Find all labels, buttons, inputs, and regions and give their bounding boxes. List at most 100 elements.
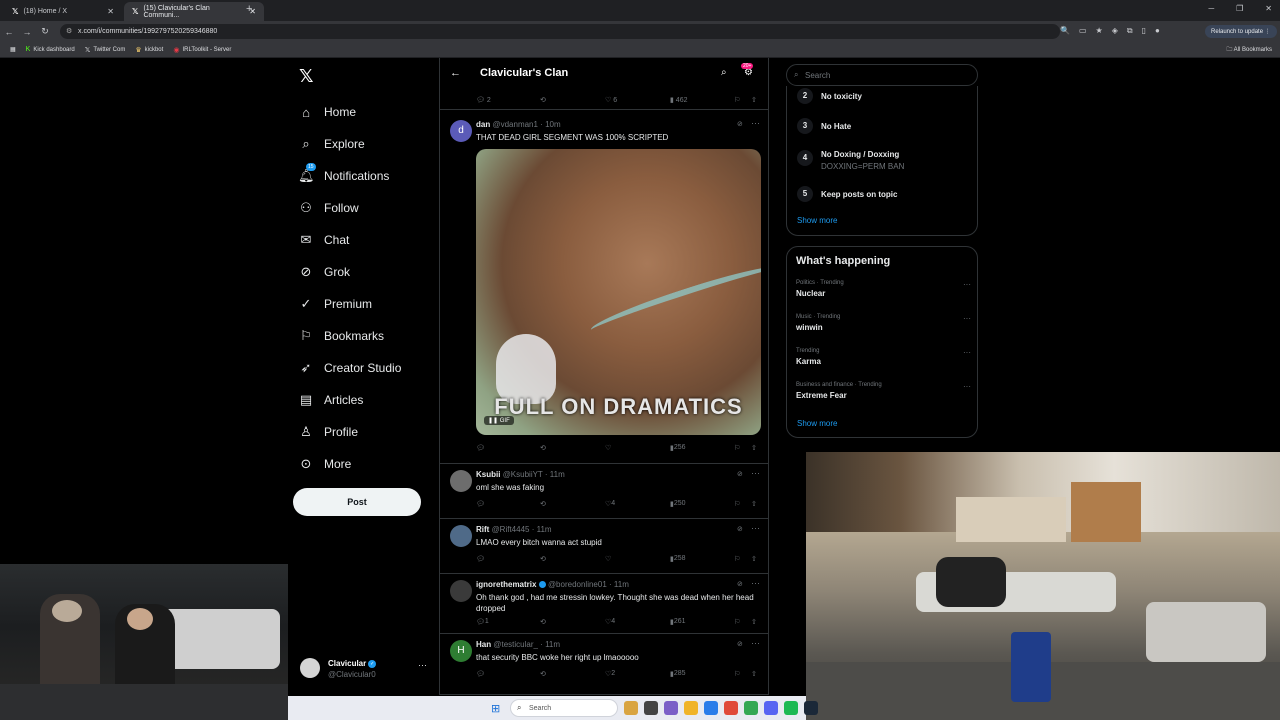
star-icon[interactable]: ★ xyxy=(1096,26,1103,36)
gif-badge[interactable]: ❚❚ GIF xyxy=(484,416,514,425)
like-icon[interactable]: ♡ xyxy=(605,444,611,452)
reply-icon[interactable]: 💬︎ xyxy=(476,444,485,452)
taskbar-search[interactable]: ⌕ Search xyxy=(510,699,618,717)
reply-button[interactable]: 💬︎ 2 xyxy=(476,96,491,104)
bookmark-icon[interactable]: ⚐ xyxy=(734,96,740,104)
spotify-icon[interactable] xyxy=(784,701,798,715)
grok-icon[interactable]: ⊘ xyxy=(737,640,743,648)
more-options-icon[interactable]: ··· xyxy=(751,523,760,533)
app-icon[interactable] xyxy=(704,701,718,715)
show-more-link[interactable]: Show more xyxy=(797,419,837,428)
repost-icon[interactable]: ⟲ xyxy=(540,500,546,508)
nav-bookmarks[interactable]: ⚐ Bookmarks xyxy=(298,320,401,352)
avatar[interactable]: d xyxy=(450,120,472,142)
reply-icon[interactable]: 💬︎ xyxy=(476,555,485,563)
more-options-icon[interactable]: ··· xyxy=(751,468,760,478)
repost-icon[interactable]: ⟲ xyxy=(540,96,546,104)
tweet[interactable]: Rift @Rift4445 · 11m ⊘ ··· LMAO every bi… xyxy=(440,519,768,574)
more-options-icon[interactable]: ··· xyxy=(963,314,971,323)
share-icon[interactable]: ⇧ xyxy=(751,444,757,452)
tweet[interactable]: d dan @vdanman1 · 10m ⊘ ··· THAT DEAD GI… xyxy=(440,114,768,464)
show-more-link[interactable]: Show more xyxy=(797,216,837,225)
browser-tab-active[interactable]: 𝕏 (15) Clavicular's Clan Communi... ✕ xyxy=(124,2,264,21)
nav-follow[interactable]: ⚇ Follow xyxy=(298,192,401,224)
tweet[interactable]: ignorethematrix @boredonline01 · 11m ⊘ ·… xyxy=(440,574,768,634)
tweet-gif[interactable]: FULL ON DRAMATICS ❚❚ GIF xyxy=(476,149,761,435)
trend-item[interactable]: Trending Karma ··· xyxy=(796,348,971,366)
windows-start-icon[interactable]: ⊞ xyxy=(491,702,500,715)
new-tab-button[interactable]: + xyxy=(246,3,252,15)
views-button[interactable]: ▮ 261 xyxy=(670,618,686,626)
search-input[interactable]: ⌕ Search xyxy=(786,64,978,86)
back-icon[interactable]: ← xyxy=(0,27,18,37)
app-icon[interactable] xyxy=(664,701,678,715)
more-options-icon[interactable]: ··· xyxy=(751,578,760,588)
share-icon[interactable]: ⇧ xyxy=(751,555,757,563)
zoom-icon[interactable]: 🔍 xyxy=(1060,26,1070,36)
site-info-icon[interactable]: ⚙ xyxy=(66,27,72,35)
avatar[interactable] xyxy=(450,580,472,602)
bookmark-item[interactable]: ◉ IRLToolkit - Server xyxy=(173,46,231,54)
apps-icon[interactable]: ▦ xyxy=(10,46,16,53)
author-name[interactable]: Ksubii xyxy=(476,470,500,479)
bookmark-icon[interactable]: ⚐ xyxy=(734,670,740,678)
like-button[interactable]: ♡ 6 xyxy=(605,96,617,104)
discord-icon[interactable] xyxy=(764,701,778,715)
more-options-icon[interactable]: ··· xyxy=(418,660,427,670)
reply-icon[interactable]: 💬︎ xyxy=(476,500,485,508)
grok-icon[interactable]: ⊘ xyxy=(737,525,743,533)
puzzle-icon[interactable]: ⧉ xyxy=(1127,26,1133,36)
cast-icon[interactable]: ▭ xyxy=(1079,26,1087,36)
browser-tab[interactable]: 𝕏 (18) Home / X ✕ xyxy=(4,2,122,21)
trend-item[interactable]: Business and finance · Trending Extreme … xyxy=(796,382,971,400)
repost-icon[interactable]: ⟲ xyxy=(540,555,546,563)
trend-item[interactable]: Politics · Trending Nuclear ··· xyxy=(796,280,971,298)
grok-icon[interactable]: ⊘ xyxy=(737,120,743,128)
tweet[interactable]: H Han @testicular_ · 11m ⊘ ··· that secu… xyxy=(440,634,768,695)
restore-icon[interactable]: ❐ xyxy=(1236,4,1243,13)
share-icon[interactable]: ⇧ xyxy=(751,96,757,104)
bookmark-item[interactable]: ♛ kickbot xyxy=(135,46,163,54)
forward-icon[interactable]: → xyxy=(18,27,36,37)
author-name[interactable]: Han xyxy=(476,640,491,649)
repost-icon[interactable]: ⟲ xyxy=(540,618,546,626)
app-icon[interactable] xyxy=(624,701,638,715)
profile-avatar-icon[interactable]: ● xyxy=(1155,26,1160,36)
account-switcher[interactable]: Clavicular ✓ @Clavicular0 ··· xyxy=(300,656,435,686)
nav-creator-studio[interactable]: ➶ Creator Studio xyxy=(298,352,402,384)
more-options-icon[interactable]: ··· xyxy=(963,348,971,357)
share-icon[interactable]: ⇧ xyxy=(751,618,757,626)
bookmark-icon[interactable]: ⚐ xyxy=(734,500,740,508)
bookmark-item[interactable]: K Kick dashboard xyxy=(26,46,75,53)
relaunch-button[interactable]: Relaunch to update ⋮ xyxy=(1205,25,1277,38)
like-button[interactable]: ♡ 2 xyxy=(605,670,615,678)
url-field[interactable]: ⚙ x.com/i/communities/199279752025934688… xyxy=(60,24,1060,39)
more-options-icon[interactable]: ··· xyxy=(963,382,971,391)
nav-home[interactable]: ⌂ Home xyxy=(298,96,401,128)
author-name[interactable]: Rift xyxy=(476,525,489,534)
bookmark-item[interactable]: 𝕏 Twitter Com xyxy=(85,46,126,54)
author-name[interactable]: dan xyxy=(476,120,490,129)
all-bookmarks[interactable]: 🗀 All Bookmarks xyxy=(1226,45,1272,55)
reply-button[interactable]: 💬︎ 1 xyxy=(476,618,489,626)
sidepanel-icon[interactable]: ▯ xyxy=(1142,26,1146,36)
app-icon[interactable] xyxy=(644,701,658,715)
grok-icon[interactable]: ⊘ xyxy=(737,470,743,478)
share-icon[interactable]: ⇧ xyxy=(751,500,757,508)
more-options-icon[interactable]: ··· xyxy=(963,280,971,289)
more-options-icon[interactable]: ··· xyxy=(751,638,760,648)
nav-grok[interactable]: ⊘ Grok xyxy=(298,256,401,288)
trend-item[interactable]: Music · Trending winwin ··· xyxy=(796,314,971,332)
nav-explore[interactable]: ⌕ Explore xyxy=(298,128,401,160)
tweet[interactable]: Ksubii @KsubiiYT · 11m ⊘ ··· oml she was… xyxy=(440,464,768,519)
like-button[interactable]: ♡ 4 xyxy=(605,618,615,626)
nav-chat[interactable]: ✉ Chat xyxy=(298,224,401,256)
x-logo-icon[interactable]: 𝕏 xyxy=(299,66,314,87)
avatar[interactable] xyxy=(450,470,472,492)
more-options-icon[interactable]: ··· xyxy=(751,118,760,128)
close-icon[interactable]: ✕ xyxy=(107,7,114,16)
chrome-icon[interactable] xyxy=(744,701,758,715)
share-icon[interactable]: ⇧ xyxy=(751,670,757,678)
folder-icon[interactable] xyxy=(684,701,698,715)
nav-notifications[interactable]: 🔔︎ 15 Notifications xyxy=(298,160,401,192)
